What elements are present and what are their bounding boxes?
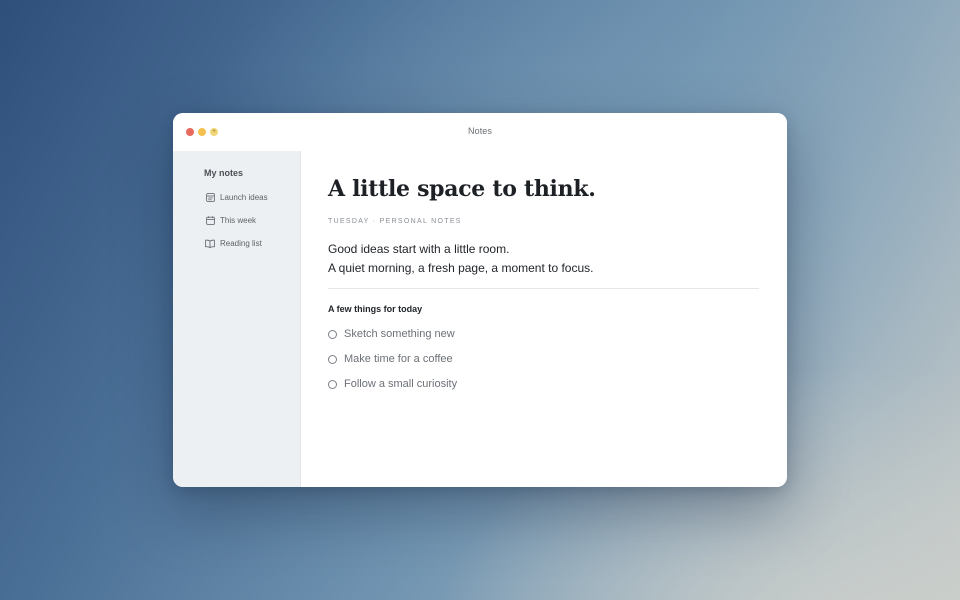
notes-window: + Notes My notes Launch ideas This week … — [173, 113, 787, 487]
section-divider — [328, 288, 759, 289]
todo-label: Sketch something new — [344, 328, 455, 340]
todo-label: Follow a small curiosity — [344, 378, 458, 390]
note-intro[interactable]: Good ideas start with a little room. A q… — [328, 240, 593, 278]
sidebar-item-label: Reading list — [220, 238, 262, 248]
section-heading: A few things for today — [328, 304, 423, 314]
checkbox-circle-icon[interactable] — [328, 329, 337, 339]
todo-label: Make time for a coffee — [344, 353, 453, 365]
sidebar-item-this-week[interactable]: This week — [204, 213, 256, 227]
sidebar-item-label: Launch ideas — [220, 192, 268, 202]
sidebar-heading: My notes — [204, 168, 244, 178]
note-editor[interactable]: A little space to think. TUESDAY · PERSO… — [301, 151, 787, 487]
intro-line: A quiet morning, a fresh page, a moment … — [328, 261, 594, 275]
sidebar-item-label: This week — [220, 215, 257, 225]
note-meta: TUESDAY · PERSONAL NOTES — [328, 218, 462, 225]
note-icon — [204, 191, 216, 203]
checkbox-circle-icon[interactable] — [328, 379, 337, 389]
checkbox-circle-icon[interactable] — [328, 354, 337, 364]
sidebar-item-reading-list[interactable]: Reading list — [204, 236, 262, 250]
todo-item[interactable]: Make time for a coffee — [328, 353, 453, 365]
calendar-icon — [204, 214, 216, 226]
todo-item[interactable]: Follow a small curiosity — [328, 378, 457, 390]
sidebar: My notes Launch ideas This week Reading … — [173, 151, 301, 487]
sidebar-item-launch-ideas[interactable]: Launch ideas — [204, 190, 268, 204]
intro-line: Good ideas start with a little room. — [328, 242, 510, 256]
note-title[interactable]: A little space to think. — [328, 176, 596, 202]
window-title: Notes — [467, 126, 492, 136]
book-icon — [204, 237, 216, 249]
todo-item[interactable]: Sketch something new — [328, 328, 455, 340]
title-bar[interactable]: + Notes — [173, 113, 787, 151]
